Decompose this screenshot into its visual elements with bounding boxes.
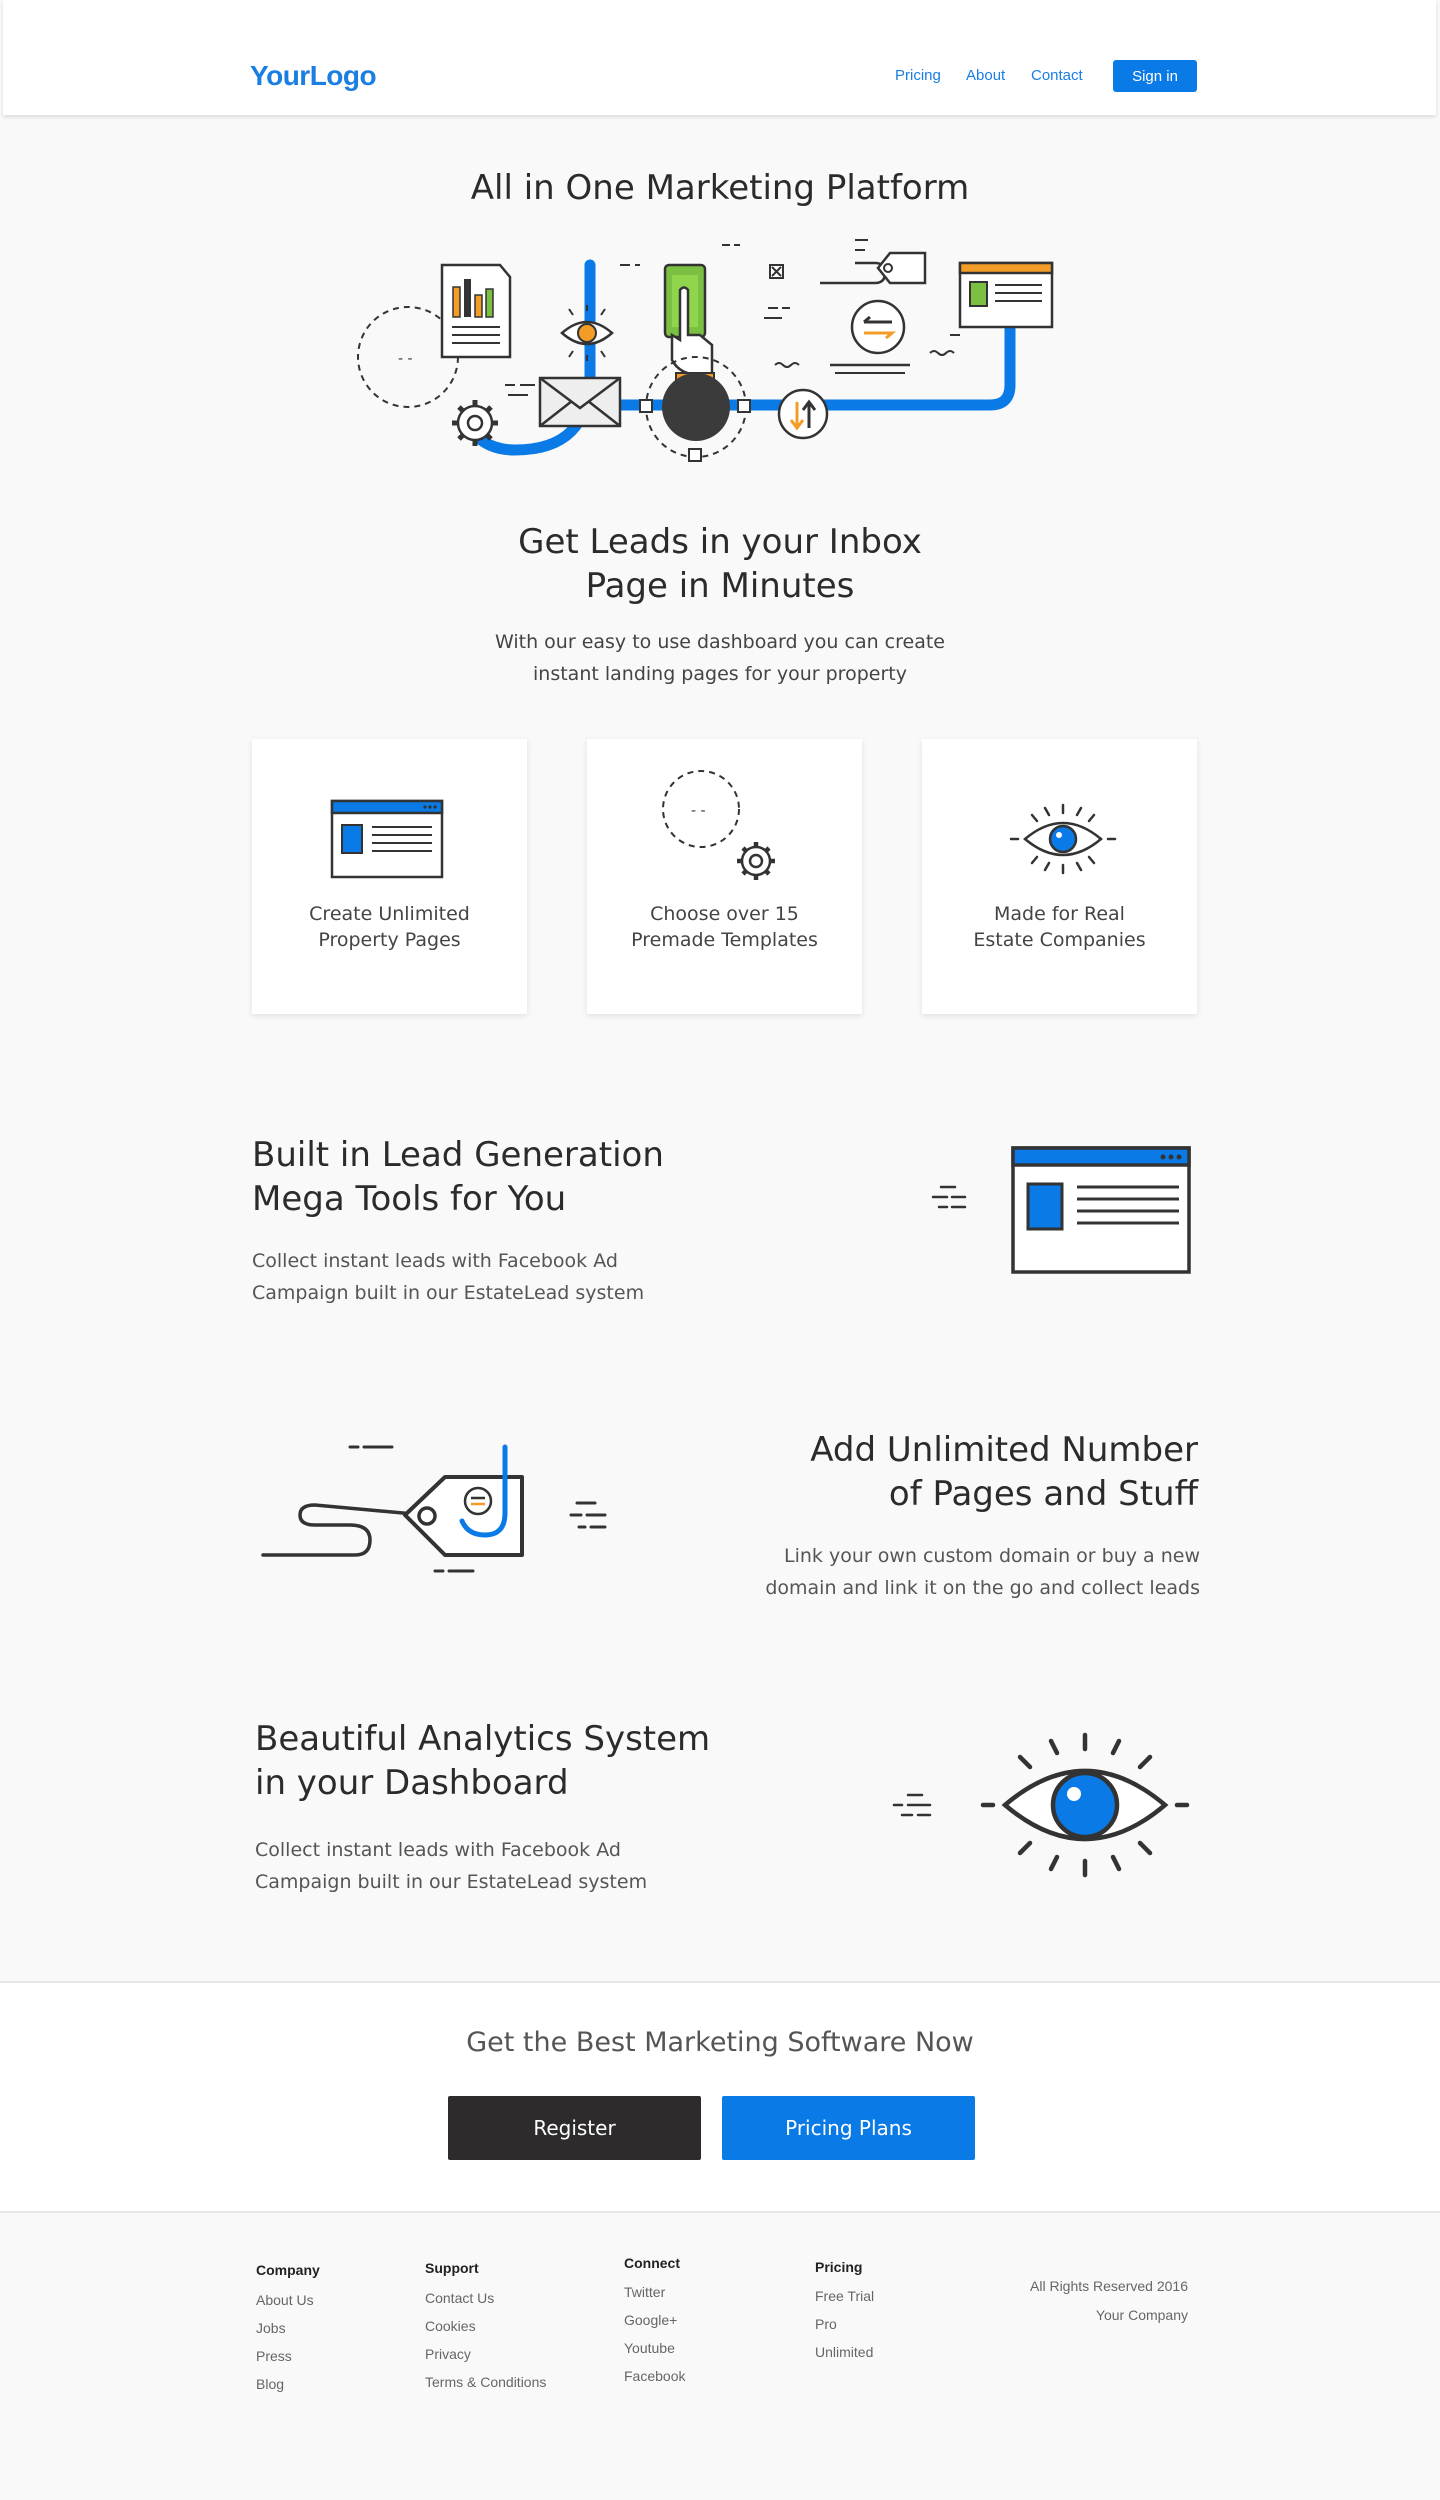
feature-text: Collect instant leads with Facebook Ad C…: [252, 1250, 645, 1304]
price-tag-icon: [261, 1444, 607, 1573]
card-label: Made for Real Estate Companies: [973, 903, 1146, 951]
gear-icon: [452, 400, 498, 446]
footer-company: Your Company: [1095, 2307, 1188, 2323]
intro-sub-line1: With our easy to use dashboard you can c…: [495, 631, 945, 653]
eye-icon: [1009, 803, 1117, 875]
nav-pricing[interactable]: Pricing: [895, 67, 941, 84]
feature-text: Link your own custom domain or buy a new…: [765, 1545, 1200, 1599]
card-label: Create Unlimited Property Pages: [309, 903, 470, 951]
footer-heading-connect: Connect: [624, 2255, 680, 2271]
footer-link[interactable]: Twitter: [624, 2284, 665, 2300]
footer-link[interactable]: Blog: [256, 2376, 284, 2392]
feature-card-templates: - - Choose over 15 Premade Templates: [587, 739, 862, 1014]
footer-link[interactable]: About Us: [256, 2292, 314, 2308]
svg-text:- -: - -: [691, 803, 706, 819]
footer-link[interactable]: Unlimited: [815, 2344, 873, 2360]
footer-link[interactable]: Pro: [815, 2316, 837, 2332]
gear-icon: - -: [662, 770, 775, 880]
intro-title-line2: Page in Minutes: [585, 566, 855, 606]
card-label: Choose over 15 Premade Templates: [631, 903, 818, 951]
footer-heading-support: Support: [425, 2260, 479, 2276]
footer-link[interactable]: Press: [256, 2348, 292, 2364]
cta-section: [0, 1981, 1440, 2213]
site-header: [3, 0, 1436, 115]
nav-contact[interactable]: Contact: [1031, 67, 1083, 84]
feature-title: Add Unlimited Number of Pages and Stuff: [810, 1430, 1198, 1514]
hero-illustration: - -: [357, 239, 1054, 462]
footer-heading-pricing: Pricing: [815, 2259, 863, 2275]
pricing-plans-button[interactable]: Pricing Plans: [722, 2096, 975, 2160]
footer-link[interactable]: Contact Us: [425, 2290, 494, 2306]
svg-text:- -: - -: [398, 351, 413, 367]
browser-window-icon: [330, 799, 444, 879]
hero-title: All in One Marketing Platform: [470, 168, 970, 208]
browser-window-icon: [958, 261, 1054, 329]
feature-title: Built in Lead Generation Mega Tools for …: [252, 1135, 664, 1219]
register-button[interactable]: Register: [448, 2096, 701, 2160]
envelope-icon: [538, 376, 622, 428]
footer-link[interactable]: Google+: [624, 2312, 677, 2328]
phone-icon: [663, 263, 715, 392]
footer-rights: All Rights Reserved 2016: [1030, 2278, 1188, 2294]
logo[interactable]: YourLogo: [250, 60, 377, 92]
footer-link[interactable]: Privacy: [425, 2346, 471, 2362]
exchange-icon: [850, 299, 906, 355]
footer-link[interactable]: Cookies: [425, 2318, 476, 2334]
nav-about[interactable]: About: [966, 67, 1005, 84]
feature-text: Collect instant leads with Facebook Ad C…: [255, 1839, 648, 1893]
feature-card-realestate: Made for Real Estate Companies: [922, 739, 1197, 1014]
report-icon: [440, 263, 512, 359]
footer-link[interactable]: Jobs: [256, 2320, 286, 2336]
arrows-icon: [777, 388, 829, 440]
cta-title: Get the Best Marketing Software Now: [466, 2027, 974, 2058]
feature-title: Beautiful Analytics System in your Dashb…: [255, 1719, 711, 1803]
footer-link[interactable]: Facebook: [624, 2368, 685, 2384]
footer-link[interactable]: Youtube: [624, 2340, 675, 2356]
intro-title-line1: Get Leads in your Inbox: [518, 522, 922, 562]
signin-button[interactable]: Sign in: [1113, 60, 1197, 92]
footer-link[interactable]: Terms & Conditions: [425, 2374, 546, 2390]
browser-window-icon: [931, 1146, 1191, 1274]
intro-sub-line2: instant landing pages for your property: [533, 663, 907, 685]
feature-card-pages: Create Unlimited Property Pages: [252, 739, 527, 1014]
footer-link[interactable]: Free Trial: [815, 2288, 874, 2304]
footer-heading-company: Company: [256, 2262, 320, 2278]
eye-icon: [892, 1732, 1190, 1878]
price-tag-icon: [820, 251, 927, 285]
